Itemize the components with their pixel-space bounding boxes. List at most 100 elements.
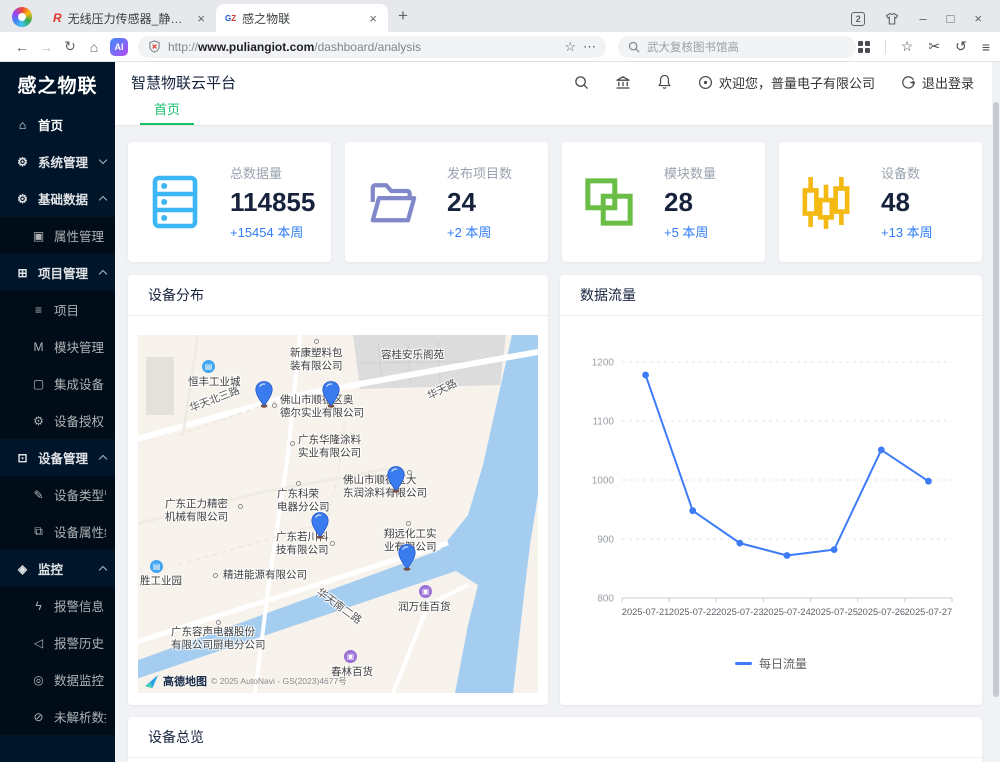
logout-button[interactable]: 退出登录 (901, 73, 974, 92)
forward-button[interactable]: → (34, 39, 58, 55)
svg-text:2025-07-24: 2025-07-24 (763, 607, 811, 617)
sidebar-item-模块管理[interactable]: M 模块管理 (0, 328, 115, 365)
apps-grid-icon[interactable] (858, 41, 870, 53)
address-bar[interactable]: http://www.puliangiot.com/dashboard/anal… (138, 36, 606, 58)
sidebar-item-label: 未解析数据 (54, 707, 106, 726)
poi-dot-icon (213, 573, 218, 578)
amap-logo-text: 高德地图 (163, 673, 207, 689)
sidebar-item-label: 监控 (38, 559, 63, 578)
sidebar-item-集成设备[interactable]: ▢集成设备 (0, 365, 115, 402)
insecure-shield-icon[interactable] (148, 40, 161, 53)
daily-flow-line-chart: 8009001000110012002025-07-212025-07-2220… (566, 338, 964, 634)
theme-shirt-icon[interactable] (885, 12, 899, 26)
map-marker-icon[interactable] (255, 381, 273, 408)
map-marker-icon[interactable] (398, 544, 416, 571)
maximize-button[interactable]: □ (947, 11, 955, 26)
bookmark-star-icon[interactable]: ☆ (564, 39, 576, 55)
sidebar-item-监控[interactable]: ◈监控 (0, 550, 115, 587)
stat-card-发布项目数: 发布项目数24+2 本周 (345, 142, 548, 262)
close-button[interactable]: × (974, 11, 982, 26)
sidebar-item-项目管理[interactable]: ⊞项目管理 (0, 254, 115, 291)
tab2-close-icon[interactable]: × (367, 11, 379, 26)
app-header: 智慧物联云平台 欢迎您，普量电子有限公司 退出登录 (115, 62, 1000, 102)
browser-tab-2-active[interactable]: GZ 感之物联 × (216, 4, 388, 32)
favorites-icon[interactable]: ☆ (901, 38, 914, 55)
sidebar-item-设备属性绑定[interactable]: ⧉设备属性绑定 (0, 513, 115, 550)
browser-menu-icon[interactable]: ≡ (982, 39, 990, 55)
gear-icon: ⚙ (15, 192, 30, 206)
stat-delta: +2 本周 (447, 222, 512, 241)
ai-assistant-button[interactable]: AI (110, 38, 128, 56)
map-poi-label: 胜工业园 (140, 575, 182, 588)
sidebar-item-设备授权[interactable]: ⚙设备授权 (0, 402, 115, 439)
minimize-button[interactable]: – (919, 11, 926, 26)
sidebar-item-报警历史[interactable]: ◁报警历史 (0, 624, 115, 661)
sidebar-item-label: 系统管理 (38, 152, 88, 171)
map-attribution: 高德地图 © 2025 AutoNavi - GS(2023)4677号 (144, 673, 347, 689)
stat-delta: +13 本周 (881, 222, 933, 241)
legend-line-icon (735, 662, 752, 665)
sidebar-item-首页[interactable]: ⌂首页 (0, 106, 115, 143)
sidebar-item-设备管理[interactable]: ⊡设备管理 (0, 439, 115, 476)
letter-m-icon: M (31, 340, 46, 354)
scrollbar-thumb[interactable] (993, 102, 999, 697)
more-options-icon[interactable]: ⋯ (583, 39, 596, 55)
map-poi-label: 新康塑料包装有限公司 (290, 347, 343, 372)
sidebar-item-项目[interactable]: ≡项目 (0, 291, 115, 328)
app-logo[interactable]: 感之物联 (0, 62, 115, 106)
map-poi-label: 广东科荣电器分公司 (277, 488, 330, 513)
dashboard-content: 总数据量114855+15454 本周发布项目数24+2 本周模块数量28+5 … (115, 126, 1000, 762)
home-button[interactable]: ⌂ (82, 39, 106, 55)
search-box[interactable]: 武大复核图书馆高 (618, 36, 856, 58)
sidebar-item-未解析数据[interactable]: ⊘未解析数据 (0, 698, 115, 735)
logout-text: 退出登录 (922, 73, 974, 92)
header-search-icon[interactable] (574, 75, 589, 90)
sidebar-item-label: 模块管理 (54, 337, 104, 356)
sidebar-item-label: 设备授权 (54, 411, 104, 430)
map-marker-icon[interactable] (322, 381, 340, 408)
search-placeholder: 武大复核图书馆高 (647, 39, 739, 55)
sidebar-item-基础数据[interactable]: ⚙基础数据 (0, 180, 115, 217)
welcome-account[interactable]: 欢迎您，普量电子有限公司 (698, 73, 875, 92)
poi-dot-icon (407, 470, 412, 475)
panel-title-data-flow: 数据流量 (560, 275, 982, 316)
sidebar-item-系统管理[interactable]: ⚙系统管理 (0, 143, 115, 180)
reload-button[interactable]: ↻ (58, 38, 82, 55)
history-undo-icon[interactable]: ↺ (955, 38, 967, 55)
map-poi-label: 广东正力精密机械有限公司 (165, 498, 228, 523)
page-scrollbar[interactable] (992, 62, 1000, 762)
tab-home[interactable]: 首页 (140, 99, 194, 125)
back-button[interactable]: ← (10, 39, 34, 55)
url-host: www.puliangiot.com (198, 40, 314, 54)
svg-text:2025-07-25: 2025-07-25 (810, 607, 858, 617)
svg-text:800: 800 (597, 594, 614, 605)
map-poi-label: 佛山市顺德区大东润涂料有限公司 (343, 474, 427, 499)
sidebar-item-属性管理[interactable]: ▣属性管理 (0, 217, 115, 254)
new-tab-button[interactable]: + (398, 6, 408, 26)
tab1-favicon: R (53, 11, 62, 25)
map-canvas[interactable]: 高德地图 © 2025 AutoNavi - GS(2023)4677号 华天北… (138, 335, 538, 693)
svg-text:2025-07-27: 2025-07-27 (905, 607, 953, 617)
url-text[interactable]: http://www.puliangiot.com/dashboard/anal… (168, 40, 421, 54)
sidebar-item-label: 集成设备 (54, 374, 104, 393)
user-circle-icon (698, 75, 713, 90)
poi-dot-icon (238, 504, 243, 509)
map-marker-icon[interactable] (387, 466, 405, 493)
browser-logo-icon[interactable] (12, 7, 32, 27)
chevron-up-icon (99, 196, 107, 204)
browser-tab-1[interactable]: R 无线压力传感器_静力水准仪_ × (44, 4, 216, 32)
chart-legend[interactable]: 每日流量 (566, 655, 976, 672)
map-marker-icon[interactable] (311, 512, 329, 539)
sidebar-item-数据监控[interactable]: ◎数据监控 (0, 661, 115, 698)
chevron-down-icon (99, 156, 107, 164)
tab-count-badge[interactable]: 2 (851, 12, 865, 26)
tab1-title: 无线压力传感器_静力水准仪_ (68, 10, 190, 27)
svg-text:900: 900 (597, 535, 614, 546)
sidebar-item-报警信息[interactable]: ϟ报警信息 (0, 587, 115, 624)
screenshot-scissors-icon[interactable]: ✂ (928, 38, 940, 55)
stat-delta: +15454 本周 (230, 222, 315, 241)
bell-icon[interactable] (657, 74, 672, 90)
sidebar-item-设备类型管理[interactable]: ✎设备类型管理 (0, 476, 115, 513)
bank-icon[interactable] (615, 75, 631, 90)
tab1-close-icon[interactable]: × (195, 11, 207, 26)
